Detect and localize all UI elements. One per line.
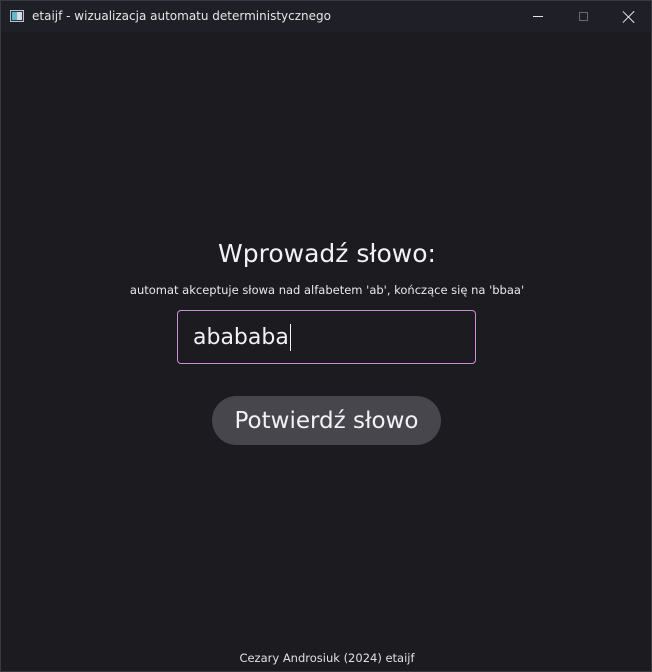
word-input-value: abababa (193, 324, 289, 350)
maximize-button[interactable] (560, 1, 606, 32)
close-button[interactable] (606, 1, 652, 32)
minimize-icon (533, 16, 543, 17)
text-caret (289, 323, 292, 351)
maximize-icon (578, 12, 588, 21)
app-window-icon (10, 10, 24, 22)
confirm-word-button[interactable]: Potwierdź słowo (212, 396, 441, 445)
subtitle-description: automat akceptuje słowa nad alfabetem 'a… (129, 283, 525, 297)
word-input[interactable]: abababa (177, 310, 476, 364)
title-bar[interactable]: etaijf - wizualizacja automatu determini… (1, 1, 651, 32)
window-title: etaijf - wizualizacja automatu determini… (32, 9, 331, 23)
close-icon (623, 11, 635, 23)
page-heading: Wprowadź słowo: (218, 239, 436, 268)
footer-credits: Cezary Androsiuk (2024) etaijf (239, 651, 415, 665)
minimize-button[interactable] (515, 1, 561, 32)
app-window: etaijf - wizualizacja automatu determini… (0, 0, 652, 672)
